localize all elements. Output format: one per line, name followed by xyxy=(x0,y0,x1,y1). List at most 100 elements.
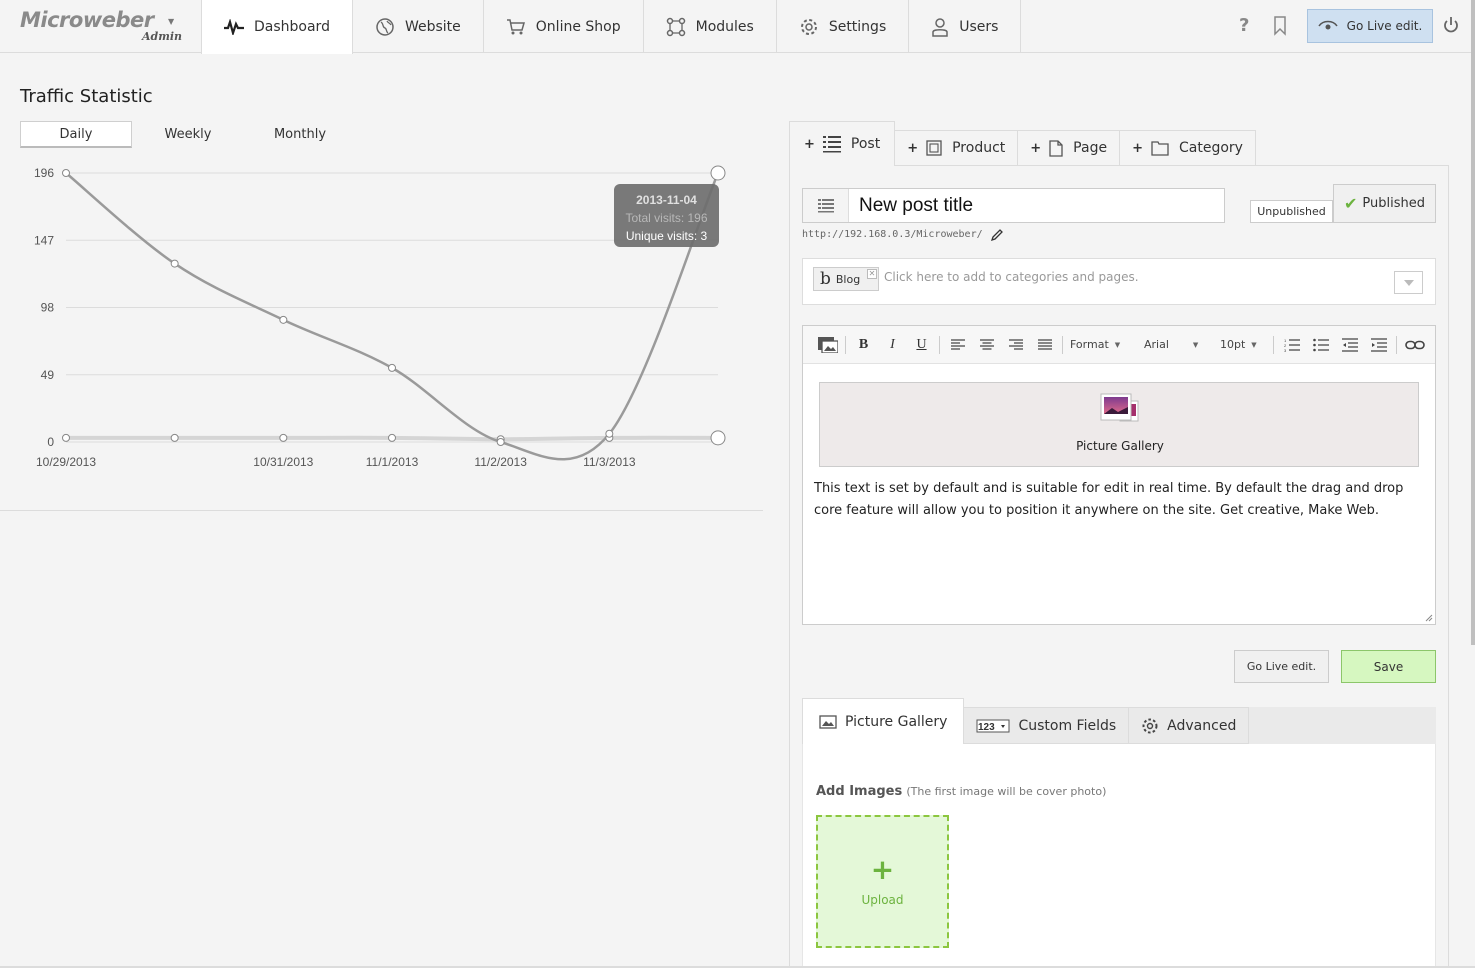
logo[interactable]: Microweber ▼ Admin xyxy=(20,8,190,44)
pencil-icon[interactable] xyxy=(990,228,1004,242)
tooltip-total: Total visits: 196 xyxy=(625,211,708,225)
underline-button[interactable]: U xyxy=(907,333,936,357)
tab-custom-fields[interactable]: 123 Custom Fields xyxy=(964,707,1130,744)
chevron-down-icon: ▼ xyxy=(1114,340,1121,349)
y-tick-label: 196 xyxy=(34,166,54,180)
outdent-icon xyxy=(1341,337,1358,352)
picture-gallery-block[interactable]: Picture Gallery xyxy=(819,382,1419,467)
content-type-tabs: + Post + Product + Page + Category xyxy=(789,121,1256,166)
check-icon: ✔ xyxy=(1344,194,1358,213)
page-scrollbar[interactable] xyxy=(1471,0,1475,645)
post-title-input[interactable]: New post title xyxy=(802,188,1225,223)
outdent-button[interactable] xyxy=(1335,333,1364,357)
tab-advanced[interactable]: Advanced xyxy=(1129,707,1250,744)
numbered-list-button[interactable]: 123 xyxy=(1277,333,1306,357)
data-point xyxy=(710,165,726,181)
toolbar-separator xyxy=(1396,335,1397,354)
bold-button[interactable]: B xyxy=(849,333,878,357)
format-select[interactable]: Format ▼ xyxy=(1066,333,1138,357)
brand-subtitle: Admin xyxy=(142,30,183,43)
gallery-icon xyxy=(1100,393,1139,422)
tab-post-label: Post xyxy=(850,136,881,152)
data-point xyxy=(388,433,396,442)
tab-page[interactable]: + Page xyxy=(1018,130,1121,165)
data-point xyxy=(62,433,70,442)
gear-icon xyxy=(800,18,817,35)
category-selector[interactable]: b Blog ✕ Click here to add to categories… xyxy=(802,258,1436,305)
font-select[interactable]: Arial ▼ xyxy=(1140,333,1216,357)
align-left-button[interactable] xyxy=(943,333,972,357)
editor-body-text[interactable]: This text is set by default and is suita… xyxy=(814,478,1414,522)
x-tick-label: 11/3/2013 xyxy=(583,455,636,469)
range-tabs: Daily Weekly Monthly xyxy=(20,121,356,148)
tab-product-label: Product xyxy=(952,140,1006,156)
y-tick-label: 49 xyxy=(41,368,55,382)
insert-image-button[interactable] xyxy=(813,333,842,357)
italic-button[interactable]: I xyxy=(878,333,907,357)
font-size-select[interactable]: 10pt ▼ xyxy=(1216,333,1270,357)
data-point xyxy=(62,169,70,177)
align-right-button[interactable] xyxy=(1001,333,1030,357)
tab-product[interactable]: + Product xyxy=(895,130,1019,165)
nav-website[interactable]: Website xyxy=(353,0,484,53)
nav-users[interactable]: Users xyxy=(909,0,1022,53)
align-justify-button[interactable] xyxy=(1030,333,1059,357)
tab-custom-fields-label: Custom Fields xyxy=(1018,717,1117,734)
align-center-button[interactable] xyxy=(972,333,1001,357)
chevron-down-icon: ▼ xyxy=(1192,340,1199,349)
plus-icon: + xyxy=(804,136,815,152)
nav-settings-label: Settings xyxy=(828,18,887,35)
category-chip[interactable]: b Blog ✕ xyxy=(813,267,879,291)
bullet-list-button[interactable] xyxy=(1306,333,1335,357)
data-point xyxy=(279,315,288,324)
nav-modules[interactable]: Modules xyxy=(644,0,777,53)
bookmark-icon[interactable] xyxy=(1273,16,1287,36)
tab-weekly[interactable]: Weekly xyxy=(132,121,244,148)
format-select-value: Format xyxy=(1070,338,1109,351)
published-button[interactable]: ✔ Published xyxy=(1333,184,1436,223)
gear-icon xyxy=(1142,718,1158,733)
picture-gallery-label: Picture Gallery xyxy=(1076,439,1164,453)
nav-online-shop[interactable]: Online Shop xyxy=(484,0,644,53)
nav-settings[interactable]: Settings xyxy=(777,0,910,53)
rich-text-editor[interactable]: B I U Format ▼ Arial ▼ 10pt ▼ 123 Pictur… xyxy=(802,325,1436,625)
unpublished-button[interactable]: Unpublished xyxy=(1250,200,1333,223)
x-tick-label: 10/31/2013 xyxy=(253,455,313,469)
go-live-edit-secondary-button[interactable]: Go Live edit. xyxy=(1234,650,1329,683)
data-point xyxy=(170,433,179,442)
category-dropdown-button[interactable] xyxy=(1394,271,1423,294)
upload-button[interactable]: + Upload xyxy=(816,815,949,948)
nav-dashboard[interactable]: Dashboard xyxy=(201,0,353,54)
cart-icon xyxy=(506,18,525,34)
tooltip-unique: Unique visits: 3 xyxy=(625,229,708,243)
bottom-tabs: Picture Gallery 123 Custom Fields Advanc… xyxy=(802,698,1250,745)
globe-icon xyxy=(376,17,394,36)
svg-text:3: 3 xyxy=(1284,348,1287,352)
tab-daily[interactable]: Daily xyxy=(20,121,132,148)
tab-post[interactable]: + Post xyxy=(789,121,896,166)
save-button[interactable]: Save xyxy=(1341,650,1436,683)
tab-picture-gallery[interactable]: Picture Gallery xyxy=(802,698,965,745)
font-size-select-value: 10pt xyxy=(1220,338,1246,351)
bullet-list-icon xyxy=(1312,338,1329,351)
data-point xyxy=(496,438,505,446)
remove-chip-icon[interactable]: ✕ xyxy=(867,269,877,279)
indent-button[interactable] xyxy=(1364,333,1393,357)
eye-icon xyxy=(1318,20,1338,30)
resize-grip-icon[interactable] xyxy=(1425,614,1433,622)
tab-category[interactable]: + Category xyxy=(1120,130,1256,165)
align-center-icon xyxy=(979,338,994,350)
nav-modules-label: Modules xyxy=(695,18,754,35)
post-url[interactable]: http://192.168.0.3/Microweber/ xyxy=(802,229,983,240)
help-icon[interactable]: ? xyxy=(1239,15,1249,36)
toolbar-separator xyxy=(845,335,846,354)
link-button[interactable] xyxy=(1400,333,1429,357)
tab-page-label: Page xyxy=(1073,140,1108,156)
add-images-label: Add Images xyxy=(816,784,903,799)
add-images-hint: (The first image will be cover photo) xyxy=(906,785,1107,798)
top-bar: Microweber ▼ Admin Dashboard Website Onl… xyxy=(0,0,1475,54)
power-icon[interactable] xyxy=(1443,16,1459,34)
go-live-edit-button[interactable]: Go Live edit. xyxy=(1307,9,1433,43)
align-right-icon xyxy=(1008,338,1023,350)
tab-monthly[interactable]: Monthly xyxy=(244,121,356,148)
